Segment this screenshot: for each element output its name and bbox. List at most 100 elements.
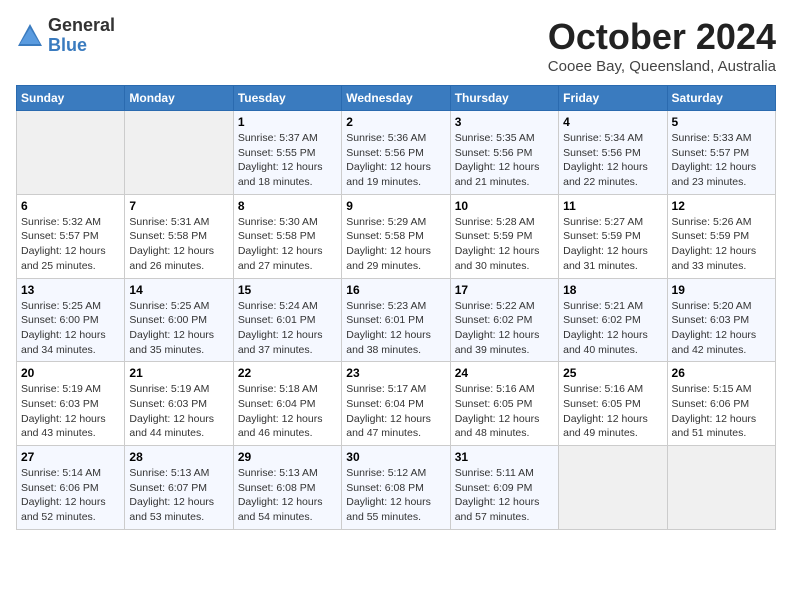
calendar-table: SundayMondayTuesdayWednesdayThursdayFrid…	[16, 85, 776, 530]
weekday-header-saturday: Saturday	[667, 86, 775, 111]
day-number: 23	[346, 366, 445, 380]
calendar-cell: 13 Sunrise: 5:25 AMSunset: 6:00 PMDayligh…	[17, 278, 125, 362]
day-info: Sunrise: 5:35 AMSunset: 5:56 PMDaylight:…	[455, 131, 554, 190]
day-info: Sunrise: 5:37 AMSunset: 5:55 PMDaylight:…	[238, 131, 337, 190]
day-info: Sunrise: 5:21 AMSunset: 6:02 PMDaylight:…	[563, 299, 662, 358]
calendar-cell: 10Sunrise: 5:28 AMSunset: 5:59 PMDayligh…	[450, 194, 558, 278]
calendar-cell: 25 Sunrise: 5:16 AMSunset: 6:05 PMDayligh…	[559, 362, 667, 446]
day-info: Sunrise: 5:20 AMSunset: 6:03 PMDaylight:…	[672, 299, 771, 358]
weekday-header-row: SundayMondayTuesdayWednesdayThursdayFrid…	[17, 86, 776, 111]
day-number: 6	[21, 199, 120, 213]
calendar-cell	[667, 446, 775, 530]
day-number: 14	[129, 283, 228, 297]
calendar-cell: 9Sunrise: 5:29 AMSunset: 5:58 PMDaylight…	[342, 194, 450, 278]
day-info: Sunrise: 5:22 AMSunset: 6:02 PMDaylight:…	[455, 299, 554, 358]
title-block: October 2024 Cooee Bay, Queensland, Aust…	[548, 16, 776, 75]
calendar-cell: 14 Sunrise: 5:25 AMSunset: 6:00 PMDayligh…	[125, 278, 233, 362]
logo-icon	[16, 22, 44, 50]
day-number: 24	[455, 366, 554, 380]
day-info: Sunrise: 5:27 AMSunset: 5:59 PMDaylight:…	[563, 215, 662, 274]
calendar-cell: 2Sunrise: 5:36 AMSunset: 5:56 PMDaylight…	[342, 111, 450, 195]
day-number: 13	[21, 283, 120, 297]
day-number: 7	[129, 199, 228, 213]
calendar-cell: 18 Sunrise: 5:21 AMSunset: 6:02 PMDayligh…	[559, 278, 667, 362]
calendar-cell: 20 Sunrise: 5:19 AMSunset: 6:03 PMDayligh…	[17, 362, 125, 446]
calendar-cell: 28 Sunrise: 5:13 AMSunset: 6:07 PMDayligh…	[125, 446, 233, 530]
day-info: Sunrise: 5:13 AMSunset: 6:07 PMDaylight:…	[129, 466, 228, 525]
calendar-cell: 19 Sunrise: 5:20 AMSunset: 6:03 PMDayligh…	[667, 278, 775, 362]
calendar-cell: 12 Sunrise: 5:26 AMSunset: 5:59 PMDayligh…	[667, 194, 775, 278]
day-info: Sunrise: 5:26 AMSunset: 5:59 PMDaylight:…	[672, 215, 771, 274]
day-number: 25	[563, 366, 662, 380]
day-info: Sunrise: 5:28 AMSunset: 5:59 PMDaylight:…	[455, 215, 554, 274]
month-title: October 2024	[548, 16, 776, 58]
day-number: 8	[238, 199, 337, 213]
day-number: 1	[238, 115, 337, 129]
calendar-cell: 15Sunrise: 5:24 AMSunset: 6:01 PMDayligh…	[233, 278, 341, 362]
day-info: Sunrise: 5:25 AMSunset: 6:00 PMDaylight:…	[21, 299, 120, 358]
logo-blue-text: Blue	[48, 36, 115, 56]
calendar-cell: 31 Sunrise: 5:11 AMSunset: 6:09 PMDayligh…	[450, 446, 558, 530]
day-info: Sunrise: 5:31 AMSunset: 5:58 PMDaylight:…	[129, 215, 228, 274]
calendar-cell: 27 Sunrise: 5:14 AMSunset: 6:06 PMDayligh…	[17, 446, 125, 530]
day-number: 30	[346, 450, 445, 464]
day-info: Sunrise: 5:15 AMSunset: 6:06 PMDaylight:…	[672, 382, 771, 441]
day-info: Sunrise: 5:34 AMSunset: 5:56 PMDaylight:…	[563, 131, 662, 190]
calendar-week-5: 27 Sunrise: 5:14 AMSunset: 6:06 PMDayligh…	[17, 446, 776, 530]
day-info: Sunrise: 5:11 AMSunset: 6:09 PMDaylight:…	[455, 466, 554, 525]
calendar-cell: 5 Sunrise: 5:33 AMSunset: 5:57 PMDaylight…	[667, 111, 775, 195]
calendar-cell: 16 Sunrise: 5:23 AMSunset: 6:01 PMDayligh…	[342, 278, 450, 362]
day-number: 16	[346, 283, 445, 297]
day-number: 31	[455, 450, 554, 464]
calendar-cell: 11 Sunrise: 5:27 AMSunset: 5:59 PMDayligh…	[559, 194, 667, 278]
day-info: Sunrise: 5:19 AMSunset: 6:03 PMDaylight:…	[129, 382, 228, 441]
calendar-cell: 23 Sunrise: 5:17 AMSunset: 6:04 PMDayligh…	[342, 362, 450, 446]
day-info: Sunrise: 5:16 AMSunset: 6:05 PMDaylight:…	[563, 382, 662, 441]
day-info: Sunrise: 5:30 AMSunset: 5:58 PMDaylight:…	[238, 215, 337, 274]
calendar-cell	[17, 111, 125, 195]
day-info: Sunrise: 5:19 AMSunset: 6:03 PMDaylight:…	[21, 382, 120, 441]
day-number: 15	[238, 283, 337, 297]
weekday-header-tuesday: Tuesday	[233, 86, 341, 111]
day-info: Sunrise: 5:14 AMSunset: 6:06 PMDaylight:…	[21, 466, 120, 525]
calendar-cell: 6 Sunrise: 5:32 AMSunset: 5:57 PMDaylight…	[17, 194, 125, 278]
logo: General Blue	[16, 16, 115, 56]
day-number: 20	[21, 366, 120, 380]
page-header: General Blue October 2024 Cooee Bay, Que…	[16, 16, 776, 75]
calendar-cell: 4 Sunrise: 5:34 AMSunset: 5:56 PMDaylight…	[559, 111, 667, 195]
weekday-header-wednesday: Wednesday	[342, 86, 450, 111]
calendar-cell: 17Sunrise: 5:22 AMSunset: 6:02 PMDayligh…	[450, 278, 558, 362]
day-number: 5	[672, 115, 771, 129]
day-number: 11	[563, 199, 662, 213]
calendar-cell: 30Sunrise: 5:12 AMSunset: 6:08 PMDayligh…	[342, 446, 450, 530]
day-info: Sunrise: 5:25 AMSunset: 6:00 PMDaylight:…	[129, 299, 228, 358]
day-number: 12	[672, 199, 771, 213]
day-number: 19	[672, 283, 771, 297]
calendar-week-4: 20 Sunrise: 5:19 AMSunset: 6:03 PMDayligh…	[17, 362, 776, 446]
day-number: 28	[129, 450, 228, 464]
day-number: 2	[346, 115, 445, 129]
day-info: Sunrise: 5:16 AMSunset: 6:05 PMDaylight:…	[455, 382, 554, 441]
logo-general-text: General	[48, 16, 115, 36]
day-info: Sunrise: 5:18 AMSunset: 6:04 PMDaylight:…	[238, 382, 337, 441]
day-number: 21	[129, 366, 228, 380]
weekday-header-thursday: Thursday	[450, 86, 558, 111]
day-number: 29	[238, 450, 337, 464]
calendar-week-3: 13 Sunrise: 5:25 AMSunset: 6:00 PMDayligh…	[17, 278, 776, 362]
day-number: 3	[455, 115, 554, 129]
weekday-header-sunday: Sunday	[17, 86, 125, 111]
calendar-cell: 29Sunrise: 5:13 AMSunset: 6:08 PMDayligh…	[233, 446, 341, 530]
calendar-week-2: 6 Sunrise: 5:32 AMSunset: 5:57 PMDaylight…	[17, 194, 776, 278]
day-info: Sunrise: 5:32 AMSunset: 5:57 PMDaylight:…	[21, 215, 120, 274]
day-number: 27	[21, 450, 120, 464]
day-info: Sunrise: 5:29 AMSunset: 5:58 PMDaylight:…	[346, 215, 445, 274]
day-number: 18	[563, 283, 662, 297]
day-number: 4	[563, 115, 662, 129]
day-number: 22	[238, 366, 337, 380]
calendar-week-1: 1 Sunrise: 5:37 AMSunset: 5:55 PMDaylight…	[17, 111, 776, 195]
day-info: Sunrise: 5:17 AMSunset: 6:04 PMDaylight:…	[346, 382, 445, 441]
day-info: Sunrise: 5:23 AMSunset: 6:01 PMDaylight:…	[346, 299, 445, 358]
calendar-cell: 26Sunrise: 5:15 AMSunset: 6:06 PMDayligh…	[667, 362, 775, 446]
day-info: Sunrise: 5:33 AMSunset: 5:57 PMDaylight:…	[672, 131, 771, 190]
calendar-cell: 8 Sunrise: 5:30 AMSunset: 5:58 PMDaylight…	[233, 194, 341, 278]
